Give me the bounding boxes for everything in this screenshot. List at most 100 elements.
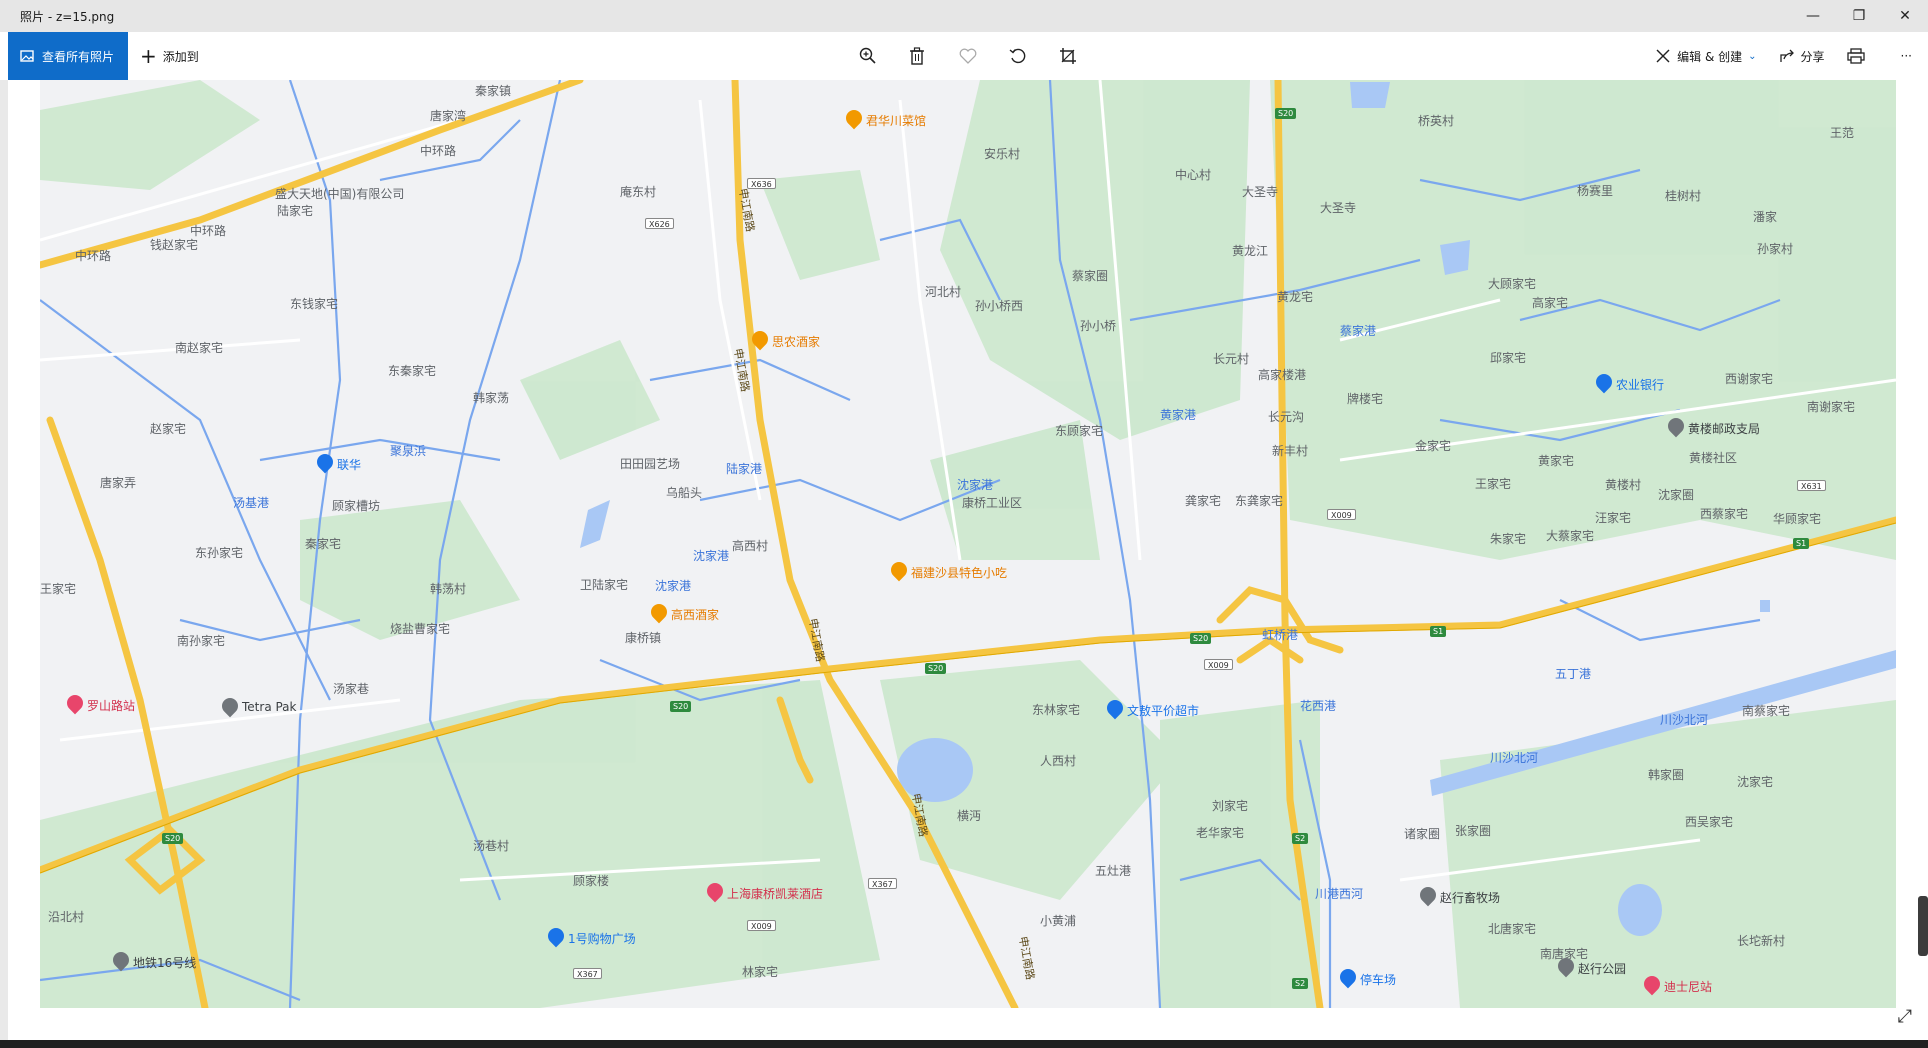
highway-shield: S20 [925,663,947,674]
map-place-label: 康桥工业区 [962,496,1023,510]
map-poi-label: 赵行畜牧场 [1440,891,1501,905]
share-label: 分享 [1800,49,1825,64]
edit-create-label: 编辑 & 创建 [1677,49,1743,64]
map-poi-label: 思农酒家 [772,335,821,349]
map-poi-label: 君华川菜馆 [866,114,927,128]
map-place-label: 长元村 [1213,352,1250,366]
map-place-label: 田田园艺场 [620,457,681,471]
map-place-label: 大圣寺 [1242,185,1279,199]
map-place-label: 乌船头 [666,486,703,500]
rotate-icon[interactable] [1006,44,1030,68]
map-water-label: 虹桥港 [1262,628,1299,642]
map-place-label: 黄龙江 [1232,244,1269,258]
highway-shield: S1 [1430,626,1447,637]
title-bar: 照片 - z=15.png — ❐ ✕ [0,0,1928,32]
crop-icon[interactable] [1056,44,1080,68]
minimize-button[interactable]: — [1790,0,1836,32]
right-toolbar: 编辑 & 创建 ⌄ 分享 ··· [1655,32,1928,80]
map-place-label: 黄家宅 [1538,454,1575,468]
map-poi-label: 上海康桥凯莱酒店 [727,887,824,901]
map-place-label: 东林家宅 [1032,703,1081,717]
map-place-label: 长坨新村 [1737,934,1786,948]
highway-shield: S20 [1275,108,1297,119]
map-poi-label: 高西酒家 [671,608,720,622]
map-place-label: 孙小桥西 [975,299,1024,313]
county-road-shield: X367 [573,968,602,979]
map-place-label: 沈家圈 [1658,488,1695,502]
edit-create-button[interactable]: 编辑 & 创建 ⌄ [1655,48,1757,65]
map-water-label: 蔡家港 [1340,324,1377,338]
map-place-label: 韩荡村 [430,582,467,596]
county-road-shield: X009 [1204,659,1233,670]
window-controls: — ❐ ✕ [1790,0,1928,32]
map-place-label: 新丰村 [1272,444,1309,458]
map-place-label: 北唐家宅 [1488,922,1537,936]
highway-shield: S20 [162,833,184,844]
map-water-label: 花西港 [1300,699,1337,713]
map-place-label: 老华家宅 [1196,826,1245,840]
toolbar: 查看所有照片 + 添加到 编辑 & 创建 ⌄ 分享 ··· [0,32,1928,80]
map-place-label: 高家宅 [1532,296,1569,310]
map-place-label: 金家宅 [1415,439,1452,453]
map-place-label: 顾家楼 [573,874,610,888]
map-poi-label: 停车场 [1360,973,1397,987]
share-button[interactable]: 分享 [1779,48,1825,65]
chevron-down-icon: ⌄ [1748,50,1757,62]
map-water-label: 沈家港 [655,579,692,593]
highway-shield: S1 [1793,538,1810,549]
map-place-label: 西蔡家宅 [1700,507,1749,521]
map-place-label: 邱家宅 [1490,351,1527,365]
map-place-label: 东秦家宅 [388,364,437,378]
map-place-label: 汤巷村 [473,839,510,853]
map-place-label: 韩家圈 [1648,768,1685,782]
highway-shield: S20 [1190,633,1212,644]
map-water-label: 聚泉浜 [390,444,427,458]
map-poi-label: 黄楼邮政支局 [1688,422,1761,436]
map-poi-label: 文敖平价超市 [1127,704,1200,718]
map-place-label: 王范 [1830,126,1855,140]
map-place-label: 秦家宅 [305,537,342,551]
scrollbar[interactable] [1918,896,1928,956]
window-title: 照片 - z=15.png [20,9,115,24]
add-to-button[interactable]: + 添加到 [140,32,199,80]
map-place-label: 汪家宅 [1595,511,1632,525]
highway-shield: S20 [670,701,692,712]
view-all-photos-label: 查看所有照片 [42,49,115,64]
map-place-label: 康桥镇 [625,631,662,645]
map-place-label: 黄楼社区 [1689,451,1738,465]
favorite-icon[interactable] [956,44,980,68]
map-place-label: 东顾家宅 [1055,424,1104,438]
close-button[interactable]: ✕ [1882,0,1928,32]
maximize-button[interactable]: ❐ [1836,0,1882,32]
map-place-label: 钱赵家宅 [150,238,199,252]
map-place-label: 大圣寺 [1320,201,1357,215]
view-all-photos-button[interactable]: 查看所有照片 [8,32,128,80]
zoom-in-icon[interactable] [856,44,880,68]
map-place-label: 西谢家宅 [1725,372,1774,386]
map-place-label: 桥英村 [1418,114,1455,128]
map-place-label: 黄龙宅 [1277,290,1314,304]
map-place-label: 牌楼宅 [1347,392,1384,406]
map-poi-label: 地铁16号线 [133,956,197,970]
map-place-label: 五灶港 [1095,864,1132,878]
delete-icon[interactable] [905,44,929,68]
more-button[interactable]: ··· [1901,49,1912,63]
map-place-label: 东孙家宅 [195,546,244,560]
map-place-label: 庵东村 [620,185,657,199]
map-place-label: 南蔡家宅 [1742,704,1791,718]
map-place-label: 中心村 [1175,168,1212,182]
map-place-label: 桂树村 [1665,189,1702,203]
map-place-label: 陆家宅 [277,204,314,218]
map-place-label: 河北村 [925,285,962,299]
map-water-label: 五丁港 [1555,667,1592,681]
map-place-label: 大蔡家宅 [1546,529,1595,543]
map-place-label: 王家宅 [40,582,77,596]
highway-shield: S2 [1292,978,1309,989]
map-place-label: 西吴家宅 [1685,815,1734,829]
expand-icon[interactable]: ⤢ [1898,1006,1912,1027]
map-place-label: 高家楼港 [1258,368,1307,382]
map-place-label: 小黄浦 [1040,914,1077,928]
map-place-label: 长元沟 [1268,410,1305,424]
print-button[interactable] [1846,48,1871,64]
map-water-label: 川沙北河 [1490,751,1539,765]
